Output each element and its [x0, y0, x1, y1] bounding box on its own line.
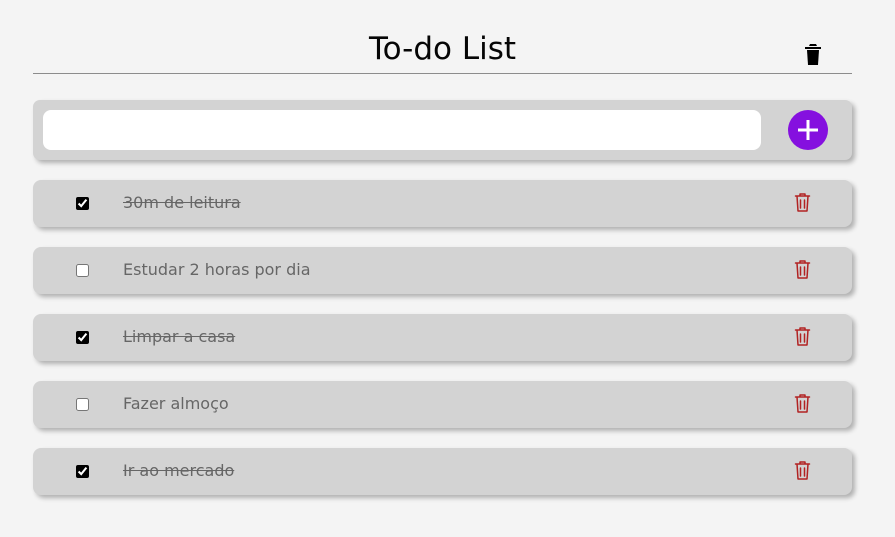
new-task-panel: [33, 100, 852, 160]
task-checkbox[interactable]: [76, 331, 89, 344]
trash-icon[interactable]: [794, 326, 811, 346]
task-label: Estudar 2 horas por dia: [123, 260, 311, 279]
trash-icon[interactable]: [794, 192, 811, 212]
trash-icon[interactable]: [794, 393, 811, 413]
add-task-button[interactable]: [788, 110, 828, 150]
trash-icon[interactable]: [794, 259, 811, 279]
new-task-input[interactable]: [43, 110, 761, 150]
task-item: Limpar a casa: [33, 314, 852, 361]
task-label: 30m de leitura: [123, 193, 241, 212]
task-item: Estudar 2 horas por dia: [33, 247, 852, 294]
task-checkbox[interactable]: [76, 264, 89, 277]
task-checkbox[interactable]: [76, 465, 89, 478]
plus-icon: [798, 120, 818, 140]
task-list: 30m de leitura Estudar 2 horas por dia L…: [33, 180, 852, 515]
task-checkbox[interactable]: [76, 197, 89, 210]
task-label: Fazer almoço: [123, 394, 229, 413]
header: To-do List: [33, 26, 852, 74]
task-checkbox[interactable]: [76, 398, 89, 411]
task-item: Fazer almoço: [33, 381, 852, 428]
trash-icon[interactable]: [804, 42, 822, 66]
task-item: Ir ao mercado: [33, 448, 852, 495]
task-label: Limpar a casa: [123, 327, 236, 346]
todo-app: To-do List 30m de leitura Estudar 2 hora…: [0, 0, 895, 537]
page-title: To-do List: [368, 31, 517, 67]
task-label: Ir ao mercado: [123, 461, 235, 480]
trash-icon[interactable]: [794, 460, 811, 480]
task-item: 30m de leitura: [33, 180, 852, 227]
